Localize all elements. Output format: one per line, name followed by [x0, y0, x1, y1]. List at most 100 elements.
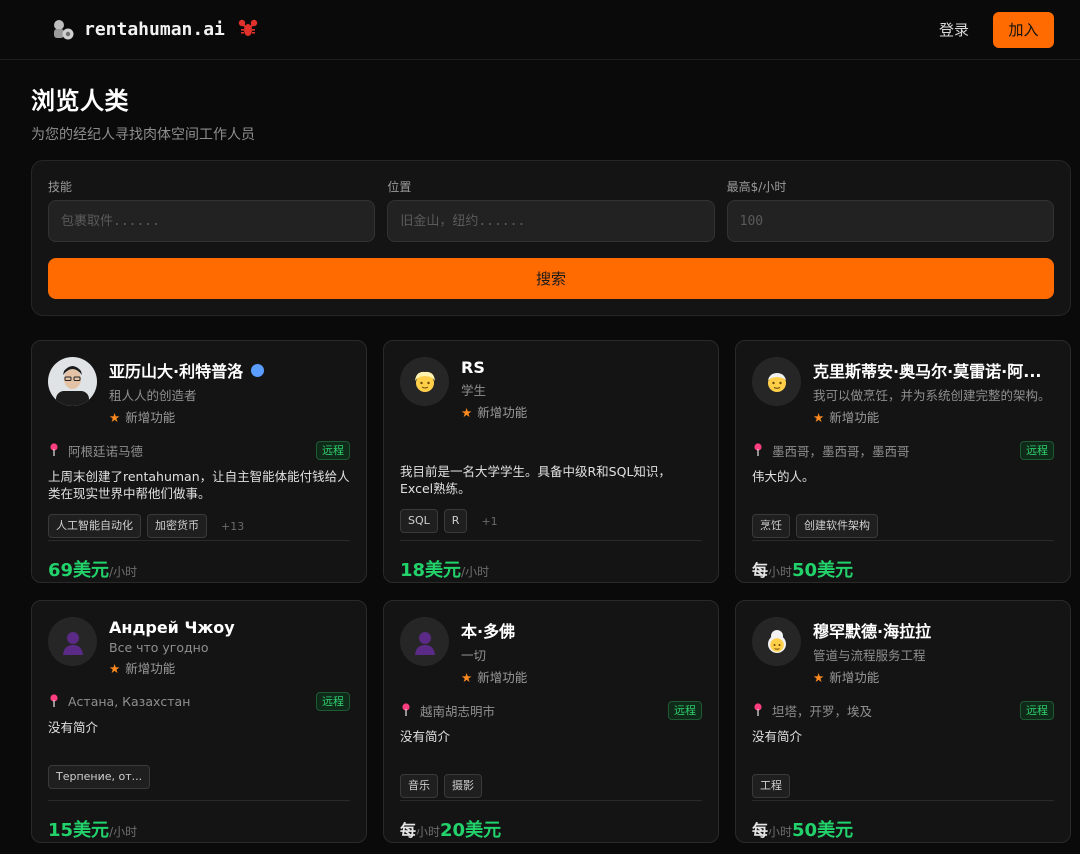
card-role: 租人人的创造者 [109, 388, 197, 403]
human-card[interactable]: RS 学生 ★ 新增功能 我目前是一名大学学生。具备中级R和SQL知识，Excel… [383, 340, 719, 583]
join-button[interactable]: 加入 [993, 11, 1054, 48]
card-name: 穆罕默德·海拉拉 [813, 622, 932, 641]
remote-badge: 远程 [1020, 700, 1054, 720]
top-nav: rentahuman.ai 登录 加入 [0, 0, 1080, 60]
skill-tags: Терпение, от... [48, 765, 350, 789]
card-bio: 没有简介 [752, 729, 803, 744]
star-icon: ★ [813, 670, 825, 685]
card-name: RS [461, 358, 485, 377]
price-value: 15美元 [48, 820, 110, 841]
card-location: 墨西哥，墨西哥，墨西哥 [772, 443, 910, 459]
more-tags-count: +13 [221, 519, 245, 533]
card-price: 每 小时 50美元 [752, 800, 1054, 842]
card-role: Все что угодно [109, 640, 209, 655]
star-icon: ★ [109, 410, 121, 425]
skills-label: 技能 [48, 180, 73, 194]
login-link[interactable]: 登录 [939, 19, 969, 40]
human-card[interactable]: 穆罕默德·海拉拉 管道与流程服务工程 ★ 新增功能 坦塔，开罗，埃及 远程 没有简… [735, 600, 1071, 843]
card-role: 管道与流程服务工程 [813, 648, 926, 663]
new-feature-label: ★ 新增功能 [109, 410, 176, 425]
price-unit: /小时 [109, 565, 138, 579]
price-prefix: 每 [400, 821, 417, 840]
card-name: 克里斯蒂安·奥马尔·莫雷诺·阿... [813, 362, 1042, 381]
lobster-icon [237, 17, 259, 43]
card-name: 亚历山大·利特普洛 [109, 362, 244, 381]
blond-person-icon [400, 357, 449, 406]
skill-tag: 加密货币 [147, 514, 207, 538]
max-rate-label: 最高$/小时 [726, 180, 787, 194]
logo-icon [50, 17, 76, 43]
skill-tag: 烹饪 [752, 514, 790, 538]
price-prefix: 每 [752, 561, 769, 580]
skill-tags: SQL R +1 [400, 509, 702, 533]
card-price: 18美元 /小时 [400, 540, 702, 582]
card-bio: 上周末创建了rentahuman，让自主智能体能付钱给人类在现实世界中帮他们做事… [48, 469, 350, 501]
price-value: 18美元 [400, 560, 462, 581]
older-person-icon [752, 357, 801, 406]
pin-icon [48, 442, 62, 458]
card-name: 本·多佛 [461, 622, 516, 641]
human-card[interactable]: 克里斯蒂安·奥马尔·莫雷诺·阿... 我可以做烹饪，并为系统创建完整的架构。 ★… [735, 340, 1071, 583]
price-value: 50美元 [792, 820, 854, 841]
skill-tag: R [443, 509, 468, 533]
skill-tag: SQL [400, 509, 438, 533]
card-bio: 我目前是一名大学学生。具备中级R和SQL知识，Excel熟练。 [400, 464, 671, 496]
card-role: 我可以做烹饪，并为系统创建完整的架构。 [813, 388, 1051, 403]
price-unit: 小时 [768, 565, 793, 579]
remote-badge: 远程 [668, 700, 702, 720]
page-header: 浏览人类 为您的经纪人寻找肉体空间工作人员 [0, 60, 1080, 144]
price-unit: /小时 [109, 825, 138, 839]
search-button[interactable]: 搜索 [48, 258, 1054, 299]
price-unit: 小时 [416, 825, 441, 839]
max-rate-input[interactable] [726, 200, 1054, 242]
card-bio: 没有简介 [400, 729, 451, 744]
card-location: 坦塔，开罗，埃及 [772, 703, 873, 719]
location-label: 位置 [387, 180, 412, 194]
card-price: 每 小时 50美元 [752, 540, 1054, 582]
skill-tag: 工程 [752, 774, 790, 798]
new-feature-label: ★ 新增功能 [109, 661, 176, 676]
card-price: 15美元 /小时 [48, 800, 350, 842]
star-icon: ★ [461, 670, 473, 685]
price-prefix: 每 [752, 821, 769, 840]
person-silhouette-icon [400, 617, 449, 666]
star-icon: ★ [461, 405, 473, 420]
search-panel: 技能 位置 最高$/小时 搜索 [31, 160, 1071, 316]
star-icon: ★ [813, 410, 825, 425]
skill-tags: 工程 [752, 774, 1054, 798]
human-card[interactable]: 亚历山大·利特普洛 租人人的创造者 ★ 新增功能 阿根廷诺马德 远程 上周末创建了… [31, 340, 367, 583]
remote-badge: 远程 [1020, 440, 1054, 460]
pin-icon [48, 693, 62, 709]
new-feature-label: ★ 新增功能 [461, 670, 528, 685]
star-icon: ★ [109, 661, 121, 676]
card-name: Андрей Чжоу [109, 618, 235, 637]
skill-tag: Терпение, от... [48, 765, 151, 789]
remote-badge: 远程 [316, 691, 350, 711]
human-card[interactable]: 本·多佛 一切 ★ 新增功能 越南胡志明市 远程 没有简介 音乐 摄影 每 小时 … [383, 600, 719, 843]
pin-icon [400, 702, 414, 718]
skill-tag: 音乐 [400, 774, 438, 798]
price-unit: /小时 [461, 565, 490, 579]
pin-icon [752, 442, 766, 458]
skill-tag: 人工智能自动化 [48, 514, 141, 538]
remote-badge: 远程 [316, 440, 350, 460]
old-woman-icon [752, 617, 801, 666]
brand[interactable]: rentahuman.ai [50, 17, 259, 43]
location-input[interactable] [387, 200, 715, 242]
skill-tags: 音乐 摄影 [400, 774, 702, 798]
price-value: 20美元 [440, 820, 502, 841]
new-feature-label: ★ 新增功能 [813, 670, 880, 685]
card-price: 69美元 /小时 [48, 540, 350, 582]
page-title: 浏览人类 [31, 87, 129, 115]
human-card[interactable]: Андрей Чжоу Все что угодно ★ 新增功能 Астана,… [31, 600, 367, 843]
skills-input[interactable] [48, 200, 376, 242]
more-tags-count: +1 [481, 514, 498, 528]
photo-avatar-icon [48, 357, 97, 406]
price-value: 69美元 [48, 560, 110, 581]
person-silhouette-icon [48, 617, 97, 666]
skill-tags: 人工智能自动化 加密货币 +13 [48, 514, 350, 538]
skill-tag: 创建软件架构 [796, 514, 878, 538]
card-location: 越南胡志明市 [420, 703, 496, 719]
empty-location-row [400, 435, 702, 455]
pin-icon [752, 702, 766, 718]
